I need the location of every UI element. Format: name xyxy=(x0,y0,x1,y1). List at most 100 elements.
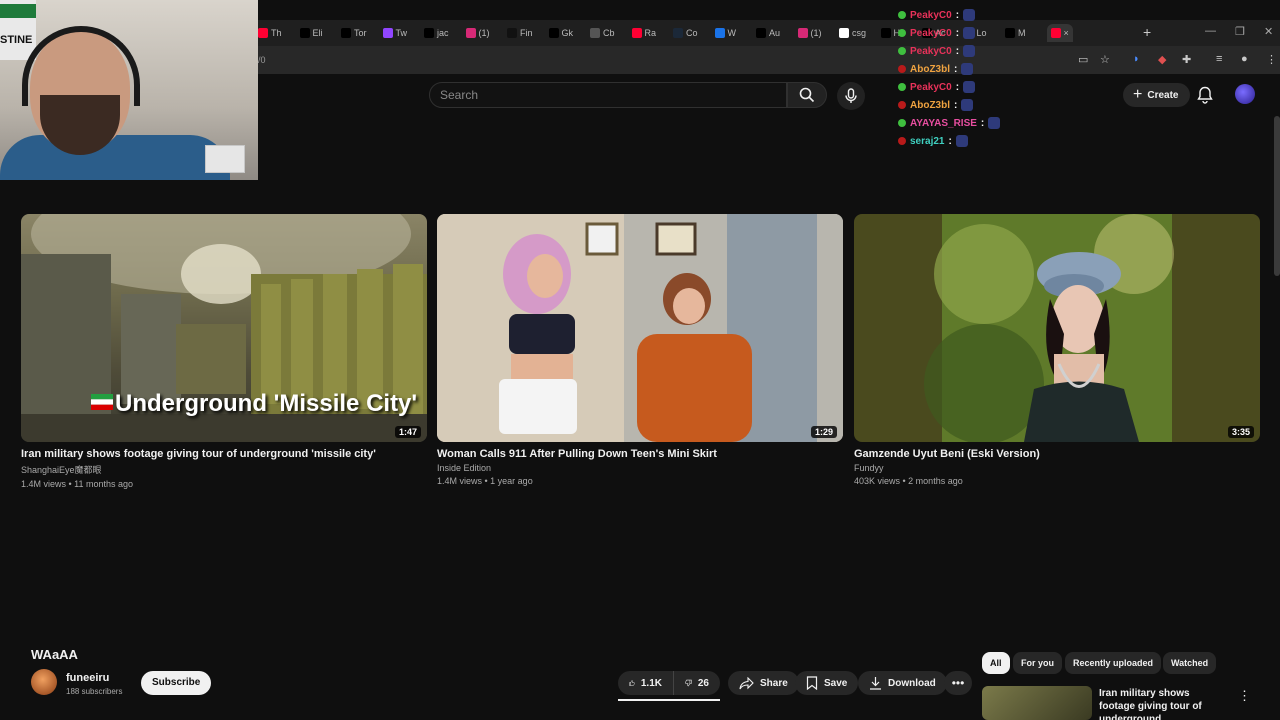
dislike-button[interactable]: 26 xyxy=(673,671,720,695)
share-arrow-icon xyxy=(739,676,754,689)
browser-tab-label: csg xyxy=(852,28,867,38)
chip-for-you[interactable]: For you xyxy=(1013,652,1062,674)
browser-tab[interactable]: Fin xyxy=(507,24,533,42)
browser-tab[interactable]: Tw xyxy=(382,24,408,42)
browser-tab[interactable]: Tor xyxy=(341,24,367,42)
channel-name[interactable]: Inside Edition xyxy=(437,463,843,473)
profile-icon[interactable]: ● xyxy=(1241,53,1248,65)
chat-separator: : xyxy=(980,117,985,129)
video-thumbnail[interactable]: Underground 'Missile City' 1:47 xyxy=(21,214,427,442)
video-thumbnail[interactable]: 3:35 xyxy=(854,214,1260,442)
browser-tab[interactable]: Cb xyxy=(590,24,615,42)
browser-tab-label: (1) xyxy=(810,28,822,38)
channel-name[interactable]: ShanghaiEye魔都眼 xyxy=(21,463,427,476)
minimize-icon[interactable]: — xyxy=(1205,25,1216,37)
chat-emote-icon xyxy=(963,27,976,39)
sign-text: STINE xyxy=(0,34,33,46)
extension-audio-icon[interactable]: ◗ xyxy=(1133,53,1140,65)
bookmark-icon xyxy=(806,676,818,690)
browser-tab[interactable]: Co xyxy=(673,24,698,42)
browser-menu-icon[interactable]: ⋮ xyxy=(1266,53,1277,66)
browser-tab[interactable]: Au xyxy=(756,24,780,42)
chip-watched[interactable]: Watched xyxy=(1163,652,1217,674)
chat-emote-icon xyxy=(988,117,1001,129)
page-scrollbar[interactable] xyxy=(1274,116,1280,276)
chat-separator: : xyxy=(955,81,960,93)
like-count: 1.1K xyxy=(640,677,662,689)
media-controls-icon[interactable]: ≡ xyxy=(1216,53,1222,65)
browser-tab[interactable]: W xyxy=(714,24,737,42)
recommended-menu-icon[interactable]: ⋮ xyxy=(1238,688,1251,704)
voice-search-button[interactable] xyxy=(837,82,865,110)
instagram-icon xyxy=(465,28,476,38)
air-conditioner xyxy=(205,145,245,173)
video-duration: 3:35 xyxy=(1227,426,1254,438)
url-text[interactable]: /0 xyxy=(258,55,266,65)
browser-tab[interactable]: jac xyxy=(424,24,449,42)
video-card[interactable]: Underground 'Missile City' 1:47 Iran mil… xyxy=(21,214,427,489)
download-label: Download xyxy=(888,677,936,689)
browser-tab[interactable]: Gk xyxy=(548,24,573,42)
video-title[interactable]: Gamzende Uyut Beni (Eski Version) xyxy=(854,448,1260,460)
stream-chat-overlay: PeakyC0: PeakyC0: PeakyC0: AboZ3bl: PeakyC0:… xyxy=(898,6,1008,150)
browser-tab[interactable]: M xyxy=(1005,24,1026,42)
video-card[interactable]: 1:29 Woman Calls 911 After Pulling Down … xyxy=(437,214,843,486)
video-title[interactable]: Woman Calls 911 After Pulling Down Teen'… xyxy=(437,448,843,460)
video-thumbnail[interactable]: 1:29 xyxy=(437,214,843,442)
download-button[interactable]: Download xyxy=(858,671,947,695)
search-button[interactable] xyxy=(787,82,827,108)
channel-name[interactable]: Fundyy xyxy=(854,463,1260,473)
video-duration: 1:47 xyxy=(394,426,421,438)
channel-avatar[interactable] xyxy=(31,669,57,695)
x-icon xyxy=(299,28,310,38)
search-input[interactable]: Search xyxy=(429,82,787,108)
chat-username: AYAYAS_RISE xyxy=(910,117,977,129)
browser-tab[interactable]: Ra xyxy=(631,24,657,42)
chat-separator: : xyxy=(948,135,952,147)
browser-tab[interactable]: (1) xyxy=(465,24,490,42)
chat-separator: : xyxy=(955,45,960,57)
browser-tab[interactable]: Th xyxy=(258,24,282,42)
recommended-video-thumbnail[interactable] xyxy=(982,686,1092,720)
create-button[interactable]: + Create xyxy=(1123,83,1191,107)
new-tab-button[interactable]: + xyxy=(1143,24,1151,40)
x-icon xyxy=(548,28,559,38)
account-avatar[interactable] xyxy=(1235,84,1255,104)
chat-badge-icon xyxy=(898,101,906,109)
browser-tab-label: Ra xyxy=(644,28,657,38)
browser-tab[interactable]: csg xyxy=(839,24,866,42)
subscribe-button[interactable]: Subscribe xyxy=(141,671,212,695)
watch-channel-name[interactable]: funeeiru xyxy=(66,672,109,684)
browser-tab[interactable]: × xyxy=(1046,24,1073,42)
video-title[interactable]: Iran military shows footage giving tour … xyxy=(21,448,427,460)
chat-emote-icon xyxy=(961,63,974,75)
chat-username: PeakyC0 xyxy=(910,9,952,21)
portrait-image xyxy=(924,214,1174,442)
headset-icon xyxy=(22,26,140,106)
bookmark-star-icon[interactable]: ☆ xyxy=(1100,53,1110,66)
chat-separator: : xyxy=(955,27,960,39)
browser-tab[interactable]: (1) xyxy=(797,24,822,42)
cast-icon[interactable]: ▭ xyxy=(1078,53,1088,66)
chip-all[interactable]: All xyxy=(982,652,1010,674)
share-button[interactable]: Share xyxy=(728,671,799,695)
save-button[interactable]: Save xyxy=(795,671,859,695)
save-label: Save xyxy=(824,677,848,689)
browser-tab-label: Tw xyxy=(395,28,408,38)
chat-message: seraj21: xyxy=(898,132,1008,150)
close-window-icon[interactable]: ✕ xyxy=(1264,25,1273,38)
browser-tab-label: Th xyxy=(271,28,282,38)
browser-tab-label: × xyxy=(1063,28,1069,38)
notifications-button[interactable] xyxy=(1197,86,1213,109)
twitch-icon xyxy=(382,28,393,38)
extension-icon[interactable]: ◆ xyxy=(1158,53,1166,66)
chip-recently-uploaded[interactable]: Recently uploaded xyxy=(1065,652,1162,674)
browser-tab-label: W xyxy=(727,28,737,38)
browser-tab[interactable]: Eli xyxy=(299,24,323,42)
recommended-video-title[interactable]: Iran military shows footage giving tour … xyxy=(1099,687,1224,720)
more-actions-button[interactable]: ••• xyxy=(944,671,972,695)
video-card[interactable]: 3:35 Gamzende Uyut Beni (Eski Version) F… xyxy=(854,214,1260,486)
extensions-puzzle-icon[interactable]: ✚ xyxy=(1182,53,1191,66)
like-button[interactable]: 1.1K xyxy=(618,671,673,695)
restore-icon[interactable]: ❐ xyxy=(1235,25,1245,38)
